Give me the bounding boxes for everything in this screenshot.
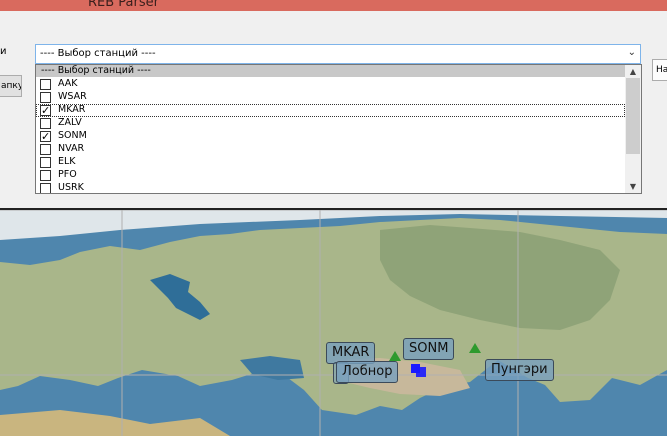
station-checkbox-sonm[interactable]: ✓ xyxy=(40,131,51,142)
station-checkbox-elk[interactable] xyxy=(40,157,51,168)
station-list-scrollbar[interactable]: ▲ ▼ xyxy=(625,65,641,193)
station-item-pfo[interactable]: PFO xyxy=(36,169,625,182)
start-button[interactable]: На xyxy=(652,59,667,81)
station-checkbox-nvar[interactable] xyxy=(40,144,51,155)
station-label-elk: ELK xyxy=(58,156,76,167)
station-checkbox-wsar[interactable] xyxy=(40,92,51,103)
map-canvas xyxy=(0,210,667,436)
form-label: и xyxy=(0,46,7,57)
station-item-usrk[interactable]: USRK xyxy=(36,182,625,193)
station-item-nvar[interactable]: NVAR xyxy=(36,143,625,156)
station-list-header[interactable]: ---- Выбор станций ---- xyxy=(36,65,625,77)
map-station-label-sonm: SONM xyxy=(403,338,455,360)
choose-folder-button[interactable]: апку xyxy=(0,75,22,97)
map-event-label-lobnor: Лобнор xyxy=(336,361,399,383)
window-title: REB Parser xyxy=(88,0,159,10)
station-label-aak: AAK xyxy=(58,78,78,89)
station-label-sonm: SONM xyxy=(58,130,87,141)
station-label-pfo: PFO xyxy=(58,169,77,180)
station-item-mkar[interactable]: ✓ MKAR xyxy=(36,104,625,117)
station-checkbox-usrk[interactable] xyxy=(40,183,51,193)
choose-folder-button-label: апку xyxy=(1,81,22,91)
station-checkbox-pfo[interactable] xyxy=(40,170,51,181)
station-dropdown-list[interactable]: ---- Выбор станций ---- AAK WSAR ✓ MKAR … xyxy=(35,64,642,194)
station-checkbox-aak[interactable] xyxy=(40,79,51,90)
station-item-aak[interactable]: AAK xyxy=(36,78,625,91)
map-event-label-pungeri: Пунгэри xyxy=(485,359,554,381)
title-bar: REB Parser xyxy=(0,0,667,11)
station-item-sonm[interactable]: ✓ SONM xyxy=(36,130,625,143)
station-select[interactable]: ---- Выбор станций ---- ⌄ xyxy=(35,44,641,64)
station-select-value: ---- Выбор станций ---- xyxy=(40,48,156,59)
station-label-nvar: NVAR xyxy=(58,143,85,154)
event-marker[interactable] xyxy=(416,367,426,377)
chevron-down-icon[interactable]: ⌄ xyxy=(628,47,636,58)
station-item-elk[interactable]: ELK xyxy=(36,156,625,169)
station-label-mkar: MKAR xyxy=(58,104,86,115)
station-checkbox-zalv[interactable] xyxy=(40,118,51,129)
station-label-wsar: WSAR xyxy=(58,91,87,102)
station-list-header-label: ---- Выбор станций ---- xyxy=(41,65,151,76)
start-button-label: На xyxy=(656,65,667,75)
scroll-down-arrow-icon[interactable]: ▼ xyxy=(625,180,641,193)
station-label-usrk: USRK xyxy=(58,182,84,193)
station-item-zalv[interactable]: ZALV xyxy=(36,117,625,130)
station-checkbox-mkar[interactable]: ✓ xyxy=(40,105,51,116)
station-item-wsar[interactable]: WSAR xyxy=(36,91,625,104)
scrollbar-thumb[interactable] xyxy=(626,78,640,154)
world-map[interactable]: MKAR SONM Лобнор Пунгэри xyxy=(0,210,667,436)
station-label-zalv: ZALV xyxy=(58,117,82,128)
scroll-up-arrow-icon[interactable]: ▲ xyxy=(625,65,641,78)
